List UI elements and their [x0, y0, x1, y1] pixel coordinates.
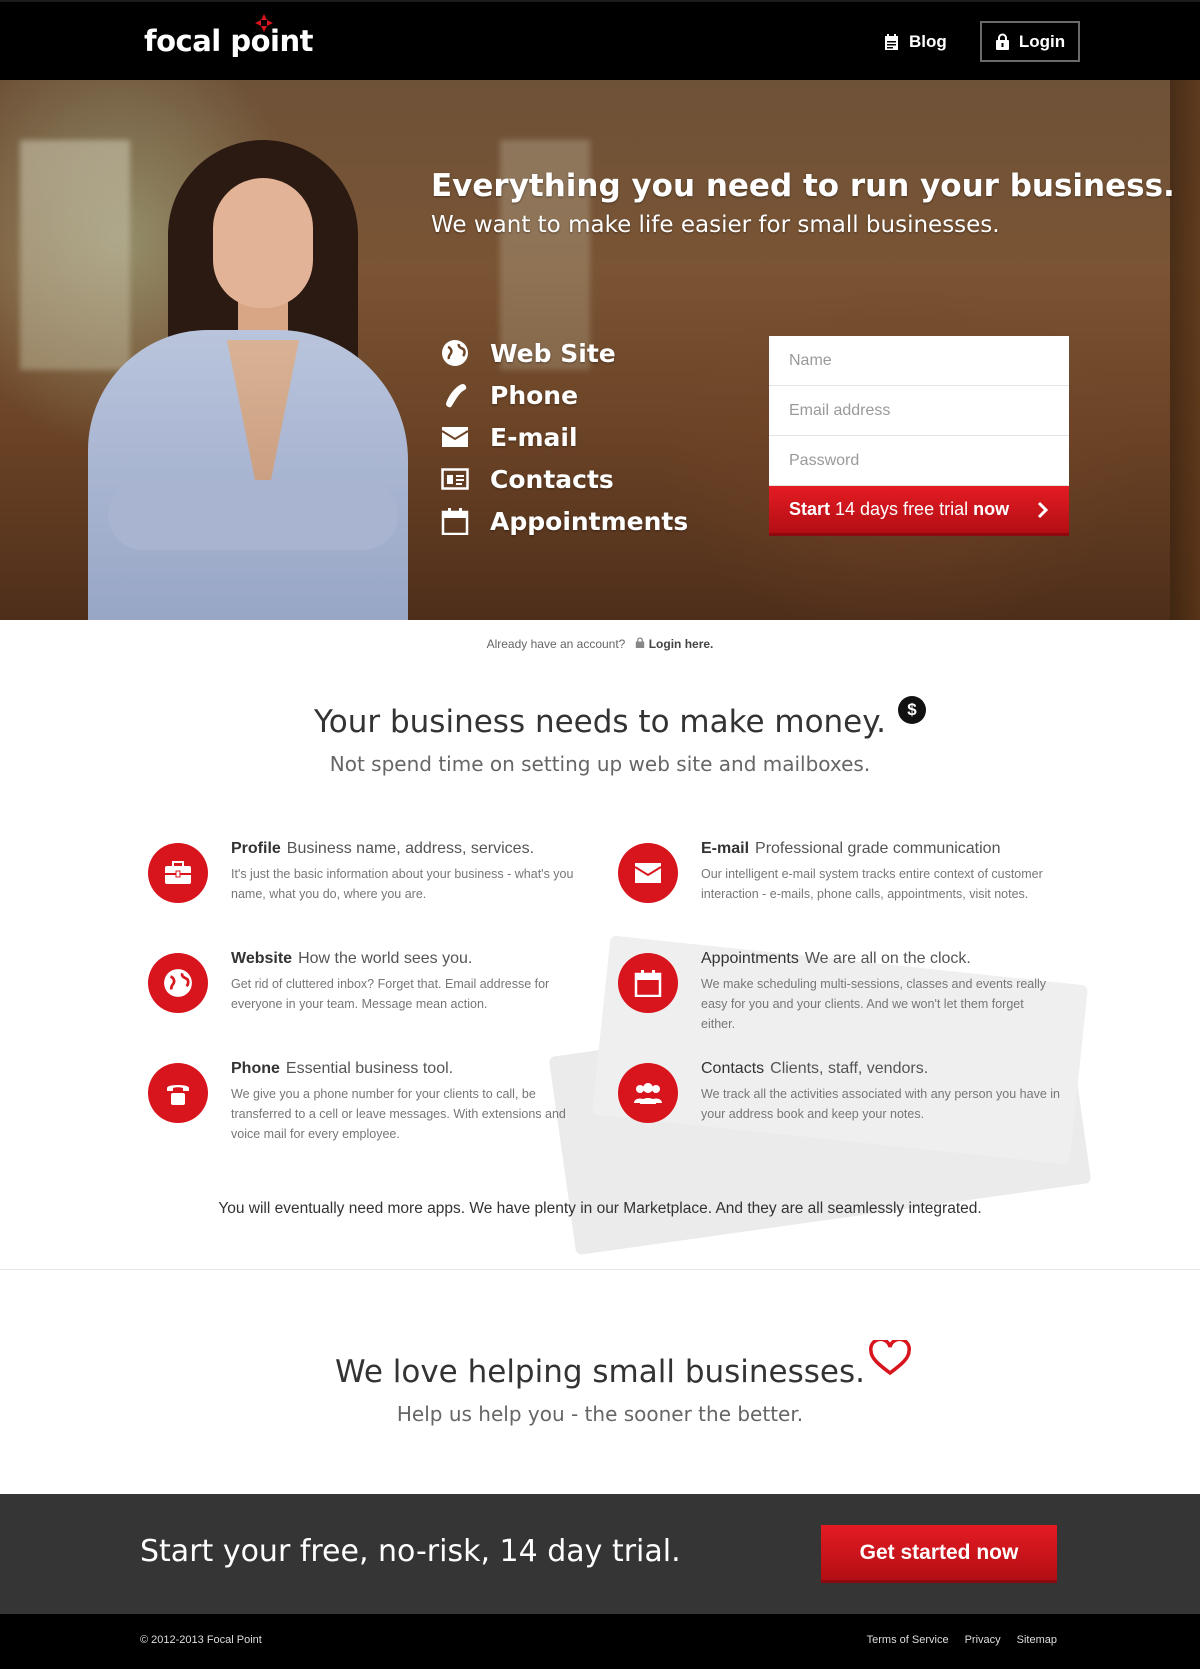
- nav-blog-label: Blog: [909, 32, 947, 51]
- signup-form: Start 14 days free trial now: [769, 336, 1069, 536]
- telephone-icon: [148, 1063, 208, 1123]
- hero-background-frame: [1170, 80, 1200, 620]
- password-input[interactable]: [769, 436, 1069, 486]
- feature-card-contacts: Contacts Clients, staff, vendors. We track…: [618, 1060, 1060, 1160]
- section-divider: [0, 1269, 1200, 1270]
- login-here-link[interactable]: Login here.: [649, 637, 714, 651]
- contact-card-icon: [440, 464, 470, 494]
- feature-tagline: How the world sees you.: [298, 950, 473, 967]
- dollar-icon: $: [898, 696, 926, 724]
- hero-section: Everything you need to run your business…: [0, 80, 1200, 620]
- feature-card-phone: Phone Essential business tool. We give you…: [148, 1060, 588, 1160]
- feature-description: We track all the activities associated w…: [701, 1087, 1060, 1121]
- feature-card-email: E-mail Professional grade communication Ou…: [618, 840, 1058, 940]
- feature-description: We give you a phone number for your clie…: [231, 1087, 566, 1141]
- envelope-icon: [440, 422, 470, 452]
- money-section-subtitle: Not spend time on setting up web site an…: [329, 752, 871, 776]
- feature-tagline: Professional grade communication: [755, 840, 1001, 857]
- feature-tagline: We are all on the clock.: [804, 950, 971, 967]
- globe-icon: [440, 338, 470, 368]
- love-section-subtitle: Help us help you - the sooner the better…: [396, 1402, 804, 1426]
- feature-item: Web Site: [440, 332, 688, 374]
- feature-label: Appointments: [490, 506, 689, 536]
- briefcase-icon: [148, 843, 208, 903]
- people-icon: [618, 1063, 678, 1123]
- feature-title: Profile: [231, 840, 281, 857]
- notepad-icon: [885, 34, 898, 50]
- feature-title: Website: [231, 950, 293, 967]
- feature-description: Our intelligent e-mail system tracks ent…: [701, 867, 1043, 901]
- hero-title: Everything you need to run your business…: [431, 168, 1175, 204]
- footer-links: Terms of Service Privacy Sitemap: [867, 1634, 1057, 1646]
- feature-label: Web Site: [490, 338, 616, 368]
- chevron-right-icon: [1037, 501, 1049, 518]
- site-header: focal point Blog Login: [0, 0, 1200, 80]
- feature-item: Phone: [440, 374, 688, 416]
- phone-icon: [440, 380, 470, 410]
- logo[interactable]: focal point: [144, 24, 313, 58]
- envelope-icon: [618, 843, 678, 903]
- nav-login-label: Login: [1018, 31, 1066, 51]
- copyright-text: © 2012-2013 Focal Point: [140, 1634, 262, 1646]
- feature-label: Contacts: [490, 464, 614, 494]
- feature-list: Web Site Phone E-mail Contacts Appointme…: [440, 332, 688, 542]
- hero-person-image: [88, 140, 408, 620]
- feature-card-website: Website How the world sees you. Get rid of…: [148, 950, 588, 1050]
- feature-tagline: Clients, staff, vendors.: [770, 1060, 929, 1077]
- marketplace-note: You will eventually need more apps. We h…: [218, 1200, 982, 1217]
- calendar-icon: [440, 506, 470, 536]
- calendar-icon: [618, 953, 678, 1013]
- hero-subtitle: We want to make life easier for small bu…: [431, 212, 1000, 238]
- logo-mark-icon: [255, 14, 273, 32]
- heart-icon: [869, 1340, 911, 1376]
- feature-description: We make scheduling multi-sessions, class…: [701, 977, 1047, 1031]
- cta-text: Start your free, no-risk, 14 day trial.: [140, 1534, 681, 1569]
- money-section-title: Your business needs to make money.: [313, 704, 887, 740]
- name-input[interactable]: [769, 336, 1069, 386]
- get-started-button[interactable]: Get started now: [821, 1525, 1057, 1583]
- feature-tagline: Business name, address, services.: [286, 840, 535, 857]
- nav-login-button[interactable]: Login: [980, 21, 1080, 62]
- feature-item: E-mail: [440, 416, 688, 458]
- feature-description: Get rid of cluttered inbox? Forget that.…: [231, 977, 550, 1011]
- already-account-line: Already have an account? Login here.: [0, 637, 1200, 651]
- feature-item: Appointments: [440, 500, 688, 542]
- nav-blog-link[interactable]: Blog: [884, 28, 947, 56]
- terms-of-service-link[interactable]: Terms of Service: [867, 1634, 949, 1646]
- already-account-text: Already have an account?: [486, 637, 626, 651]
- privacy-link[interactable]: Privacy: [965, 1634, 1001, 1646]
- feature-title: Phone: [231, 1060, 280, 1077]
- feature-title: E-mail: [701, 840, 750, 857]
- feature-card-profile: Profile Business name, address, services.…: [148, 840, 588, 940]
- sitemap-link[interactable]: Sitemap: [1017, 1634, 1057, 1646]
- feature-description: It's just the basic information about yo…: [231, 867, 574, 901]
- start-trial-button[interactable]: Start 14 days free trial now: [769, 486, 1069, 536]
- feature-tagline: Essential business tool.: [285, 1060, 454, 1077]
- feature-label: Phone: [490, 380, 579, 410]
- feature-item: Contacts: [440, 458, 688, 500]
- site-footer: © 2012-2013 Focal Point Terms of Service…: [0, 1614, 1200, 1669]
- lock-icon: [995, 33, 1009, 50]
- feature-title: Contacts: [701, 1060, 765, 1077]
- feature-label: E-mail: [490, 422, 578, 452]
- lock-icon: [636, 637, 645, 648]
- feature-title: Appointments: [701, 950, 799, 967]
- globe-icon: [148, 953, 208, 1013]
- love-section-title: We love helping small businesses.: [334, 1354, 866, 1390]
- cta-band: Start your free, no-risk, 14 day trial. …: [0, 1494, 1200, 1614]
- feature-card-appointments: Appointments We are all on the clock. We m…: [618, 950, 1058, 1050]
- start-trial-label: Start 14 days free trial now: [789, 499, 1010, 519]
- email-input[interactable]: [769, 386, 1069, 436]
